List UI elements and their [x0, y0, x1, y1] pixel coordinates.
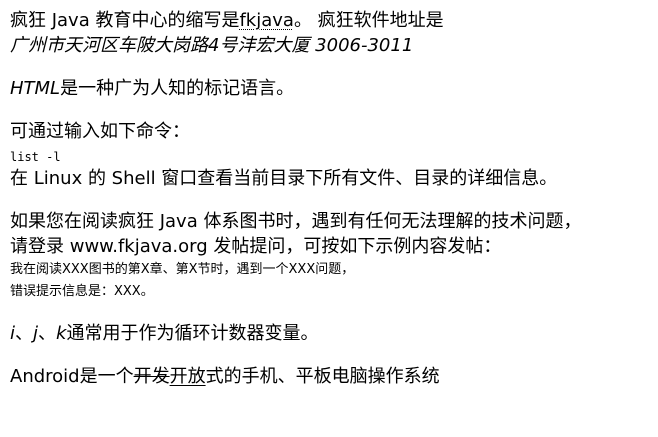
deleted-text: 开发	[133, 366, 170, 387]
abbreviation-fkjava[interactable]: fkjava	[239, 10, 293, 31]
term-html: HTML	[10, 78, 61, 99]
inserted-text: 开放	[169, 366, 206, 387]
text: Android是一个	[10, 366, 134, 387]
address: 广州市天河区车陂大岗路4号沣宏大厦 3006-3011	[10, 35, 414, 56]
var-k: k	[56, 323, 67, 344]
paragraph-html: HTML是一种广为人知的标记语言。	[10, 76, 658, 101]
separator: 、	[15, 323, 34, 344]
command-code: list -l	[10, 150, 61, 164]
paragraph-android: Android是一个开发开放式的手机、平板电脑操作系统	[10, 364, 658, 389]
text: 通常用于作为循环计数器变量。	[66, 323, 319, 344]
sample-line-1: 我在阅读XXX图书的第X章、第X节时，遇到一个XXX问题，	[10, 262, 355, 277]
help-line-1: 如果您在阅读疯狂 Java 体系图书时，遇到有任何无法理解的技术问题，	[10, 211, 582, 232]
paragraph-variables: i、j、k通常用于作为循环计数器变量。	[10, 321, 658, 346]
text: 。 疯狂软件地址是	[293, 10, 444, 31]
text: 疯狂 Java 教育中心的缩写是	[10, 10, 240, 31]
sample-line-2: 错误提示信息是：XXX。	[10, 284, 154, 299]
text: 是一种广为人知的标记语言。	[60, 78, 295, 99]
text: 式的手机、平板电脑操作系统	[205, 366, 440, 387]
paragraph-fkjava: 疯狂 Java 教育中心的缩写是fkjava。 疯狂软件地址是	[10, 8, 658, 33]
help-line-2: 请登录 www.fkjava.org 发帖提问，可按如下示例内容发帖：	[10, 236, 502, 257]
document-page: 疯狂 Java 教育中心的缩写是fkjava。 疯狂软件地址是 广州市天河区车陂…	[0, 0, 658, 437]
command-description: 在 Linux 的 Shell 窗口查看当前目录下所有文件、目录的详细信息。	[10, 168, 558, 189]
separator: 、	[38, 323, 57, 344]
command-intro: 可通过输入如下命令：	[10, 121, 190, 142]
